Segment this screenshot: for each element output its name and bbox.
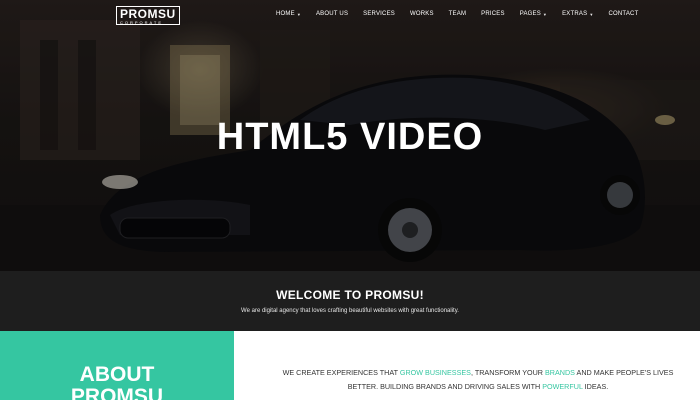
welcome-subtitle: We are digital agency that loves craftin… [241,308,459,314]
welcome-title: WELCOME TO PROMSU! [276,288,424,302]
nav-about-us-label: ABOUT US [315,11,349,17]
nav-services-label: SERVICES [363,11,395,17]
caret-down-icon: ▼ [296,11,301,17]
nav-works[interactable]: WORKS [410,11,434,17]
about-highlight-brands: BRANDS [544,368,575,377]
nav-team-label: TEAM [448,11,467,17]
about-text-part: , TRANSFORM YOUR [470,368,545,377]
nav-prices-label: PRICES [481,11,505,17]
about-heading-panel: ABOUT PROMSU [0,331,234,400]
logo-wordmark-left: PROM [120,7,158,21]
nav-extras[interactable]: EXTRAS ▼ [562,11,593,17]
nav-contact[interactable]: CONTACT [608,11,638,17]
about-highlight-powerful: POWERFUL [542,382,583,391]
about-highlight-grow-businesses: GROW BUSINESSES [399,368,471,377]
about-text-panel: WE CREATE EXPERIENCES THAT GROW BUSINESS… [234,331,700,400]
nav-team[interactable]: TEAM [449,11,466,17]
nav-prices[interactable]: PRICES [481,11,505,17]
about-text-part: WE CREATE EXPERIENCES THAT [282,368,400,377]
about-heading: ABOUT PROMSU [0,364,234,400]
hero-title: HTML5 VIDEO [216,116,484,158]
nav-pages-label: PAGES [519,11,541,17]
welcome-section: WELCOME TO PROMSU! We are digital agency… [0,271,700,331]
caret-down-icon: ▼ [589,11,594,17]
nav-services[interactable]: SERVICES [363,11,395,17]
nav-home[interactable]: HOME ▼ [276,11,301,17]
nav-about-us[interactable]: ABOUT US [316,11,348,17]
main-nav: HOME ▼ ABOUT US SERVICES WORKS TEAM PRICE… [276,11,653,17]
about-text-part: IDEAS. [582,382,609,391]
about-heading-line2: PROMSU [70,385,164,400]
logo-wordmark: PROMSU [120,8,176,20]
nav-works-label: WORKS [410,11,434,17]
navbar: PROMSU CORPORATE HOME ▼ ABOUT US SERVICES… [0,0,700,30]
about-description: WE CREATE EXPERIENCES THAT GROW BUSINESS… [278,366,678,394]
caret-down-icon: ▼ [542,11,548,17]
hero-video-section: PROMSU CORPORATE HOME ▼ ABOUT US SERVICES… [0,0,700,271]
about-heading-line1: ABOUT [79,363,155,386]
brand-logo[interactable]: PROMSU CORPORATE [116,6,180,25]
nav-home-label: HOME [276,11,295,17]
nav-contact-label: CONTACT [608,11,639,17]
logo-wordmark-right: SU [158,7,176,21]
nav-pages[interactable]: PAGES ▼ [520,11,547,17]
nav-extras-label: EXTRAS [562,11,588,17]
